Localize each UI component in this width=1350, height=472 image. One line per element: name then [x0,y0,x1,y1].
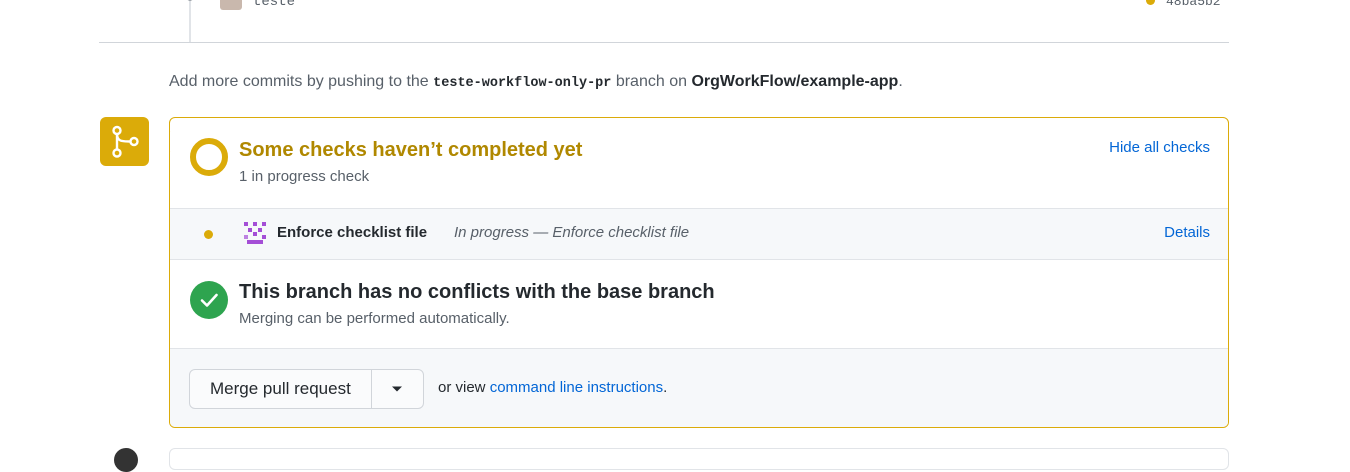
pending-status-icon [190,138,228,176]
commit-author[interactable]: teste [253,0,295,10]
timeline-divider [99,42,1229,43]
check-row: Enforce checklist file In progress — Enf… [170,208,1228,260]
check-details-link[interactable]: Details [1164,224,1210,241]
check-pending-dot-icon [204,230,213,239]
comment-box [169,448,1229,470]
or-view-label: or view [438,379,486,396]
or-view-period: . [663,379,668,396]
checks-subtitle: 1 in progress check [239,168,370,185]
checks-summary: Some checks haven’t completed yet 1 in p… [170,118,1228,208]
conflicts-subtitle: Merging can be performed automatically. [239,310,510,327]
add-commits-prefix: Add more commits by pushing to the [169,73,429,90]
commit-author-avatar[interactable] [220,0,242,10]
repo-name: OrgWorkFlow/example-app [691,73,899,90]
command-line-instructions-link[interactable]: command line instructions [490,379,663,396]
add-commits-note: Add more commits by pushing to the teste… [169,73,903,91]
merge-box: Some checks haven’t completed yet 1 in p… [169,117,1229,428]
check-circle-icon [190,281,228,319]
commit-status-pending-icon[interactable] [1146,0,1155,5]
github-actions-app-icon [244,222,266,244]
merge-actions: Merge pull request or view command line … [170,348,1228,427]
commit-icon [187,0,193,1]
conflicts-title: This branch has no conflicts with the ba… [239,281,715,303]
check-description: In progress — Enforce checklist file [454,224,690,241]
merge-status-badge [100,117,149,166]
triangle-down-icon [392,386,403,392]
merge-button-group: Merge pull request [189,369,424,409]
hide-all-checks-button[interactable]: Hide all checks [1109,139,1210,156]
conflicts-section: This branch has no conflicts with the ba… [170,259,1228,348]
checks-title: Some checks haven’t completed yet [239,139,583,161]
merge-pull-request-button[interactable]: Merge pull request [190,370,372,408]
add-commits-suffix: . [898,73,903,90]
merge-method-dropdown-button[interactable] [372,370,423,408]
or-view-text: or view command line instructions. [438,379,667,396]
head-branch-name: teste-workflow-only-pr [433,76,612,91]
timeline-line [189,0,191,42]
add-commits-middle: branch on [615,73,687,90]
commit-sha-link[interactable]: 48ba5b2 [1166,0,1221,9]
check-name: Enforce checklist file [277,224,428,241]
git-merge-icon [112,125,139,158]
